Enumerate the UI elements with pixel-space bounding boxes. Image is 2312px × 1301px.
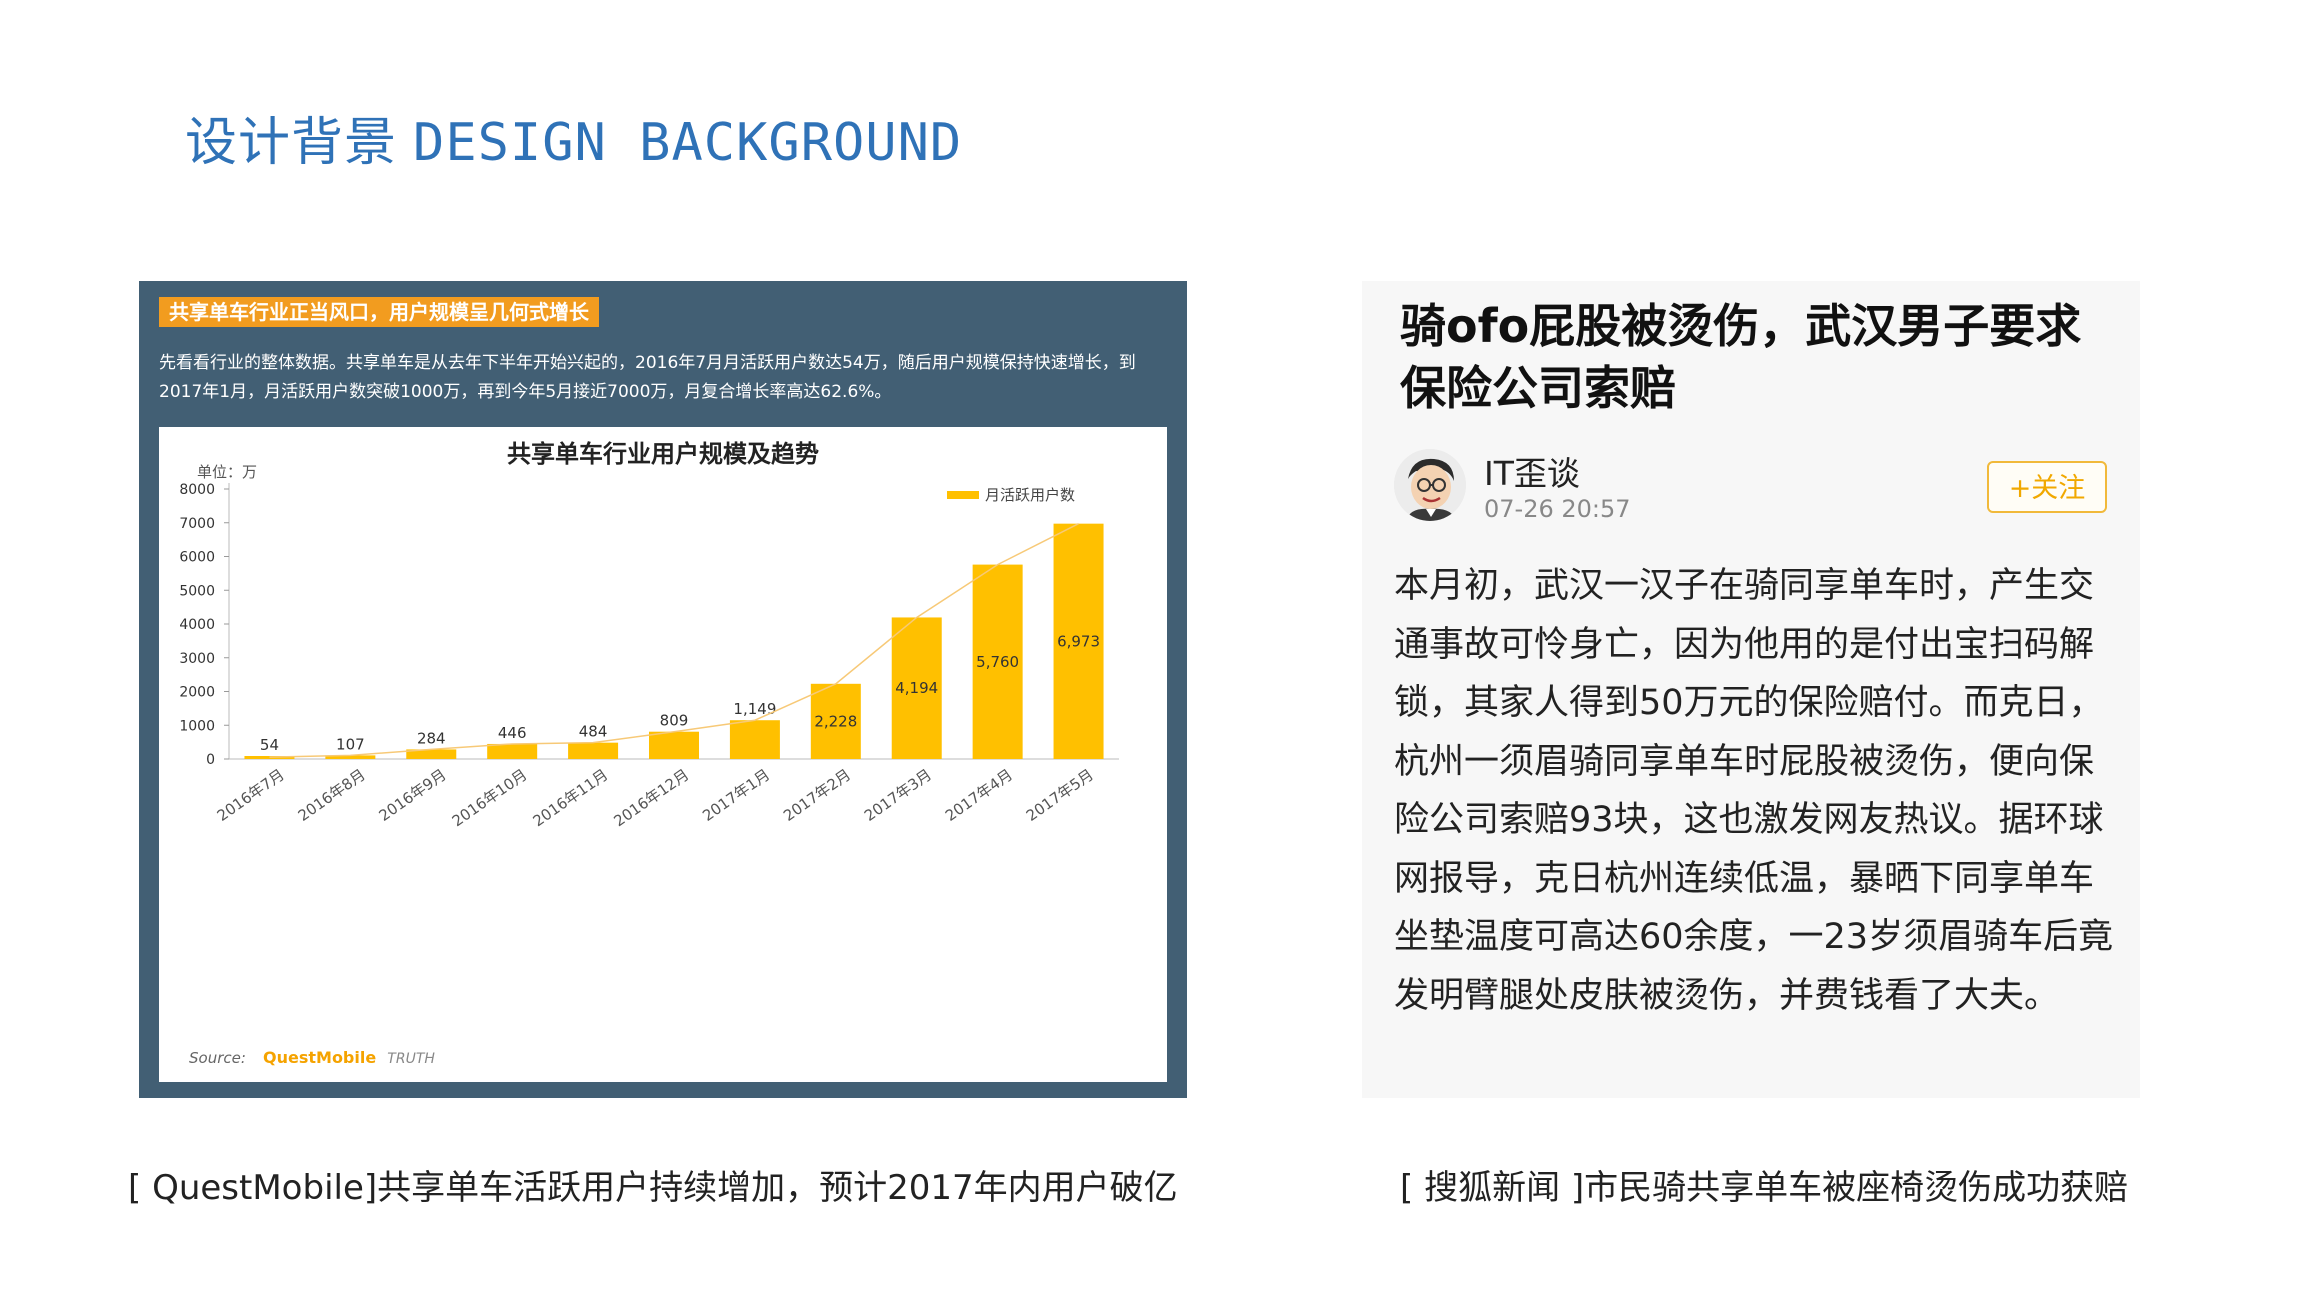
bar-6 xyxy=(729,720,780,759)
x-category-label: 2016年10月 xyxy=(449,766,531,831)
y-tick-label: 2000 xyxy=(179,685,215,701)
chart-title: 共享单车行业用户规模及趋势 xyxy=(507,440,819,468)
bar-value-label: 484 xyxy=(579,723,608,741)
y-tick-label: 0 xyxy=(206,752,215,768)
y-tick-label: 6000 xyxy=(179,550,215,566)
unit-label: 单位：万 xyxy=(197,463,257,481)
legend-label: 月活跃用户数 xyxy=(985,486,1075,504)
source-brand: QuestMobile xyxy=(263,1048,376,1067)
slide-title-en: DESIGN BACKGROUND xyxy=(413,113,963,173)
user-scale-chart: 共享单车行业用户规模及趋势 单位：万 月活跃用户数 0 1000 2000 3000 4… xyxy=(179,440,1119,1067)
x-category-label: 2017年3月 xyxy=(861,766,935,825)
y-tick-label: 1000 xyxy=(179,718,215,734)
cartoon-avatar-icon xyxy=(1394,449,1466,521)
industry-description: 先看看行业的整体数据。共享单车是从去年下半年开始兴起的，2016年7月月活跃用户… xyxy=(159,353,1136,402)
x-category-label: 2017年4月 xyxy=(942,766,1016,825)
article-headline: 骑ofo屁股被烫伤，武汉男子要求保险公司索赔 xyxy=(1400,299,2082,415)
chart-container: 共享单车行业用户规模及趋势 单位：万 月活跃用户数 0 1000 2000 3000 4… xyxy=(159,427,1167,1082)
questmobile-card: 共享单车行业正当风口，用户规模呈几何式增长 先看看行业的整体数据。共享单车是从去… xyxy=(139,281,1187,1098)
bar-value-label: 2,228 xyxy=(814,712,857,730)
source-prefix: Source: xyxy=(189,1049,246,1067)
source-suffix: TRUTH xyxy=(387,1051,435,1067)
x-category-label: 2016年11月 xyxy=(530,766,612,831)
y-tick-label: 5000 xyxy=(179,583,215,599)
slide-title: 设计背景 DESIGN BACKGROUND xyxy=(185,100,962,175)
bar-value-label: 107 xyxy=(336,735,365,753)
bar-value-label: 54 xyxy=(260,736,279,754)
plot-area: 0 1000 2000 3000 4000 5000 6000 7000 8000 54 2016年… xyxy=(179,482,1119,830)
bar-3 xyxy=(487,743,538,759)
legend-swatch xyxy=(947,491,979,499)
caption-questmobile: [ QuestMobile]共享单车活跃用户持续增加，预计2017年内用户破亿 xyxy=(128,1168,1178,1208)
post-time: 07-26 20:57 xyxy=(1484,495,1631,523)
x-category-label: 2016年8月 xyxy=(295,766,369,825)
x-category-label: 2017年5月 xyxy=(1023,766,1097,825)
bar-value-label: 446 xyxy=(498,724,527,742)
x-category-label: 2016年7月 xyxy=(214,766,288,825)
y-tick-label: 8000 xyxy=(179,482,215,498)
y-tick-label: 7000 xyxy=(179,516,215,532)
x-category-label: 2016年12月 xyxy=(610,766,692,831)
bar-value-label: 1,149 xyxy=(733,700,776,718)
author-name[interactable]: IT歪谈 xyxy=(1484,447,1580,495)
caption-sohu: [ 搜狐新闻 ]市民骑共享单车被座椅烫伤成功获赔 xyxy=(1400,1168,2129,1208)
article-body: 本月初，武汉一汉子在骑同享单车时，产生交通事故可怜身亡，因为他用的是付出宝扫码解… xyxy=(1394,566,2114,1016)
author-avatar[interactable] xyxy=(1394,449,1466,521)
bar-4 xyxy=(568,742,619,759)
bar-value-label: 4,194 xyxy=(895,679,938,697)
x-category-label: 2017年1月 xyxy=(699,766,773,825)
bar-value-label: 809 xyxy=(660,712,689,730)
slide-title-cn: 设计背景 xyxy=(185,113,398,173)
bar-value-label: 6,973 xyxy=(1057,632,1100,650)
bar-value-label: 5,760 xyxy=(976,653,1019,671)
x-category-label: 2016年9月 xyxy=(376,766,450,825)
bar-5 xyxy=(649,731,699,759)
x-category-label: 2017年2月 xyxy=(780,766,854,825)
y-tick-label: 4000 xyxy=(179,617,215,633)
industry-tag: 共享单车行业正当风口，用户规模呈几何式增长 xyxy=(159,297,599,327)
y-tick-label: 3000 xyxy=(179,651,215,667)
source-line: Source: QuestMobile TRUTH xyxy=(189,1048,435,1067)
sohu-article-card: 骑ofo屁股被烫伤，武汉男子要求保险公司索赔 IT歪谈 07-26 20:57 … xyxy=(1362,281,2140,1098)
follow-button[interactable]: +关注 xyxy=(1987,461,2107,513)
bar-value-label: 284 xyxy=(417,729,446,747)
